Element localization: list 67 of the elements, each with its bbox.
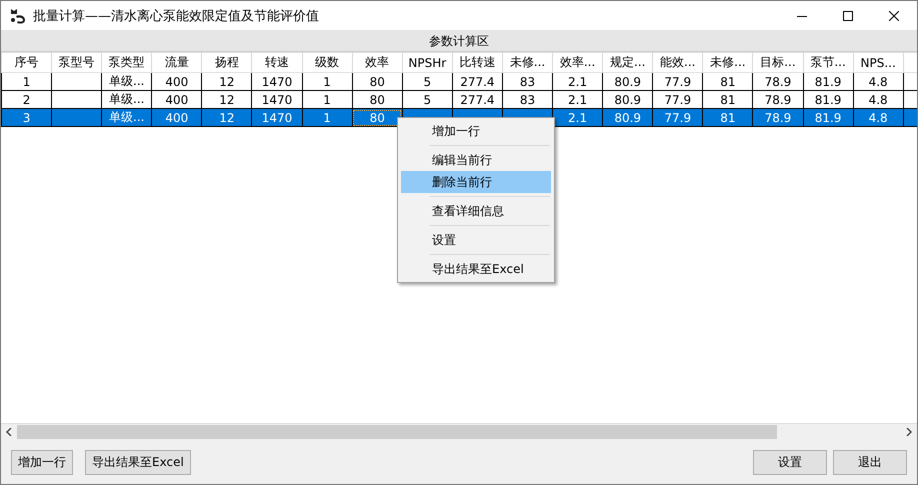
column-header[interactable]: 效率 bbox=[352, 52, 402, 72]
table-cell: 单级... bbox=[102, 108, 152, 126]
table-cell: 4.8 bbox=[853, 72, 904, 90]
table-cell: 4.8 bbox=[853, 108, 904, 126]
column-header[interactable]: 未修... bbox=[702, 52, 753, 72]
column-header[interactable]: 流量 bbox=[152, 52, 202, 72]
table-cell: 1 bbox=[2, 72, 52, 90]
table-cell: 77.9 bbox=[652, 72, 703, 90]
action-button[interactable]: 退出 bbox=[833, 450, 907, 474]
table-cell: 1470 bbox=[252, 72, 302, 90]
scroll-thumb[interactable] bbox=[17, 425, 778, 439]
table-cell: 78.9 bbox=[752, 72, 803, 90]
horizontal-scrollbar[interactable] bbox=[1, 423, 917, 440]
table-cell: 81.9 bbox=[803, 108, 854, 126]
table-cell: 80.9 bbox=[602, 72, 653, 90]
close-icon bbox=[889, 10, 899, 20]
window-title: 批量计算——清水离心泵能效限定值及节能评价值 bbox=[33, 8, 320, 24]
column-header[interactable]: 目标... bbox=[752, 52, 803, 72]
table-cell: 2.1 bbox=[552, 108, 603, 126]
column-header[interactable]: 转速 bbox=[252, 52, 302, 72]
menu-item[interactable]: 删除当前行 bbox=[401, 171, 551, 193]
column-header[interactable]: 级数 bbox=[302, 52, 352, 72]
table-cell: 400 bbox=[152, 108, 202, 126]
column-header[interactable]: NPSHr bbox=[402, 52, 452, 72]
action-button[interactable]: 增加一行 bbox=[11, 450, 73, 474]
column-header[interactable]: 泵类型 bbox=[102, 52, 152, 72]
table-cell: 5 bbox=[402, 72, 452, 90]
column-header[interactable]: 能效... bbox=[652, 52, 703, 72]
group-header: 参数计算区 bbox=[1, 30, 917, 52]
table-cell: 277.4 bbox=[452, 72, 502, 90]
menu-item[interactable]: 设置 bbox=[401, 229, 551, 251]
column-header[interactable]: 扬程 bbox=[202, 52, 252, 72]
table-cell: 3 bbox=[2, 108, 52, 126]
table-cell: 78.9 bbox=[752, 108, 803, 126]
menu-item[interactable]: 导出结果至Excel bbox=[401, 258, 551, 280]
table-cell: 83 bbox=[502, 72, 553, 90]
table-cell: 80 bbox=[352, 72, 402, 90]
menu-item[interactable]: 查看详细信息 bbox=[401, 200, 551, 222]
table-cell: 1470 bbox=[252, 108, 302, 126]
table-cell: 400 bbox=[152, 72, 202, 90]
table-cell: 81 bbox=[702, 108, 753, 126]
column-header[interactable]: NPS... bbox=[853, 52, 904, 72]
action-button[interactable]: 导出结果至Excel bbox=[85, 450, 191, 474]
column-header[interactable]: 泵型号 bbox=[52, 52, 102, 72]
table-cell: 单级... bbox=[102, 72, 152, 90]
table-cell: 77.9 bbox=[652, 108, 703, 126]
table-cell: 12 bbox=[202, 108, 252, 126]
action-button[interactable]: 设置 bbox=[753, 450, 827, 474]
column-header[interactable]: 序号 bbox=[2, 52, 52, 72]
table-row[interactable]: 1 单级... 400 12 1470 1 80 5 277.4 83 2.1 80.9 77.9 81 78.9 81.9 4.8 bbox=[2, 72, 917, 90]
table-cell: 80.9 bbox=[602, 108, 653, 126]
table-cell: 81 bbox=[702, 72, 753, 90]
scroll-left-icon[interactable] bbox=[5, 428, 13, 436]
cat-icon bbox=[9, 8, 27, 24]
column-header[interactable]: 比转速 bbox=[452, 52, 502, 72]
table-cell: 1 bbox=[302, 72, 352, 90]
table-cell: 1 bbox=[302, 108, 352, 126]
column-header[interactable]: 未修... bbox=[502, 52, 553, 72]
maximize-icon bbox=[843, 10, 853, 20]
column-header[interactable]: 效率... bbox=[552, 52, 603, 72]
column-header[interactable]: 规定... bbox=[602, 52, 653, 72]
menu-item[interactable]: 编辑当前行 bbox=[401, 149, 551, 171]
table-cell: 81.9 bbox=[803, 72, 854, 90]
table-cell: 12 bbox=[202, 72, 252, 90]
column-header[interactable]: 泵节... bbox=[803, 52, 854, 72]
table-cell: 2.1 bbox=[552, 72, 603, 90]
scroll-right-icon[interactable] bbox=[905, 428, 913, 436]
